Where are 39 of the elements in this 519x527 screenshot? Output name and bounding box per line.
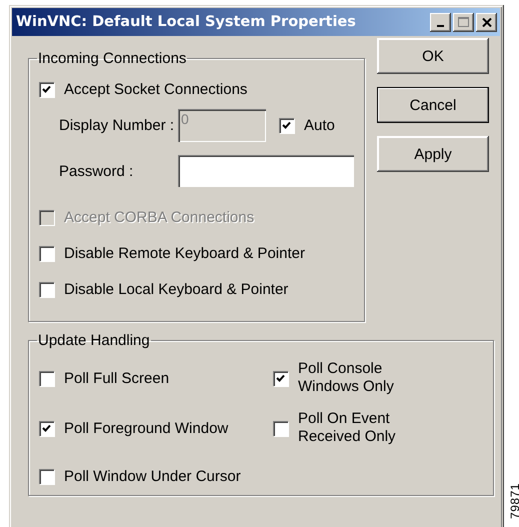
close-icon xyxy=(482,18,492,26)
checkbox-label: Poll Full Screen xyxy=(64,370,170,386)
check-icon xyxy=(42,84,51,94)
minimize-button[interactable] xyxy=(430,12,451,32)
password-field[interactable] xyxy=(178,155,354,187)
checkbox[interactable] xyxy=(39,282,54,296)
group-label: Update Handling xyxy=(37,332,151,349)
checkbox-label: Accept Socket Connections xyxy=(64,80,248,98)
dialog-button[interactable]: Cancel xyxy=(377,87,489,123)
figure-number: 79871 xyxy=(508,483,519,519)
checkbox[interactable] xyxy=(39,468,54,484)
checkbox[interactable] xyxy=(279,118,294,132)
close-button[interactable] xyxy=(476,12,497,32)
maximize-button[interactable] xyxy=(453,12,474,32)
checkbox-label: Poll Foreground Window xyxy=(64,420,228,436)
dialog-button[interactable]: OK xyxy=(377,38,489,74)
checkbox[interactable] xyxy=(39,246,54,260)
checkbox-label: Auto xyxy=(304,116,335,134)
window-title: WinVNC: Default Local System Properties xyxy=(16,14,356,30)
checkbox-label: Poll On Event Received Only xyxy=(298,410,397,446)
check-icon xyxy=(276,374,285,382)
checkbox[interactable] xyxy=(273,420,288,436)
field-label: Password : xyxy=(59,162,134,180)
checkbox-label: Disable Remote Keyboard & Pointer xyxy=(64,244,305,262)
checkbox-label: Disable Local Keyboard & Pointer xyxy=(64,280,288,298)
field-label: Display Number : xyxy=(59,116,176,134)
checkbox-label: Poll Console Windows Only xyxy=(298,360,395,396)
checkbox[interactable] xyxy=(39,82,54,96)
checkbox-label: Poll Window Under Cursor xyxy=(64,468,241,484)
checkbox[interactable] xyxy=(39,370,54,386)
dialog-button[interactable]: Apply xyxy=(377,136,489,172)
check-icon xyxy=(282,120,291,130)
check-icon xyxy=(42,424,51,432)
minimize-icon xyxy=(437,24,444,26)
checkbox-label: Accept CORBA Connections xyxy=(64,208,254,226)
maximize-icon xyxy=(458,17,469,27)
checkbox[interactable] xyxy=(273,370,288,386)
group-label: Incoming Connections xyxy=(37,50,188,67)
checkbox[interactable] xyxy=(39,420,54,436)
